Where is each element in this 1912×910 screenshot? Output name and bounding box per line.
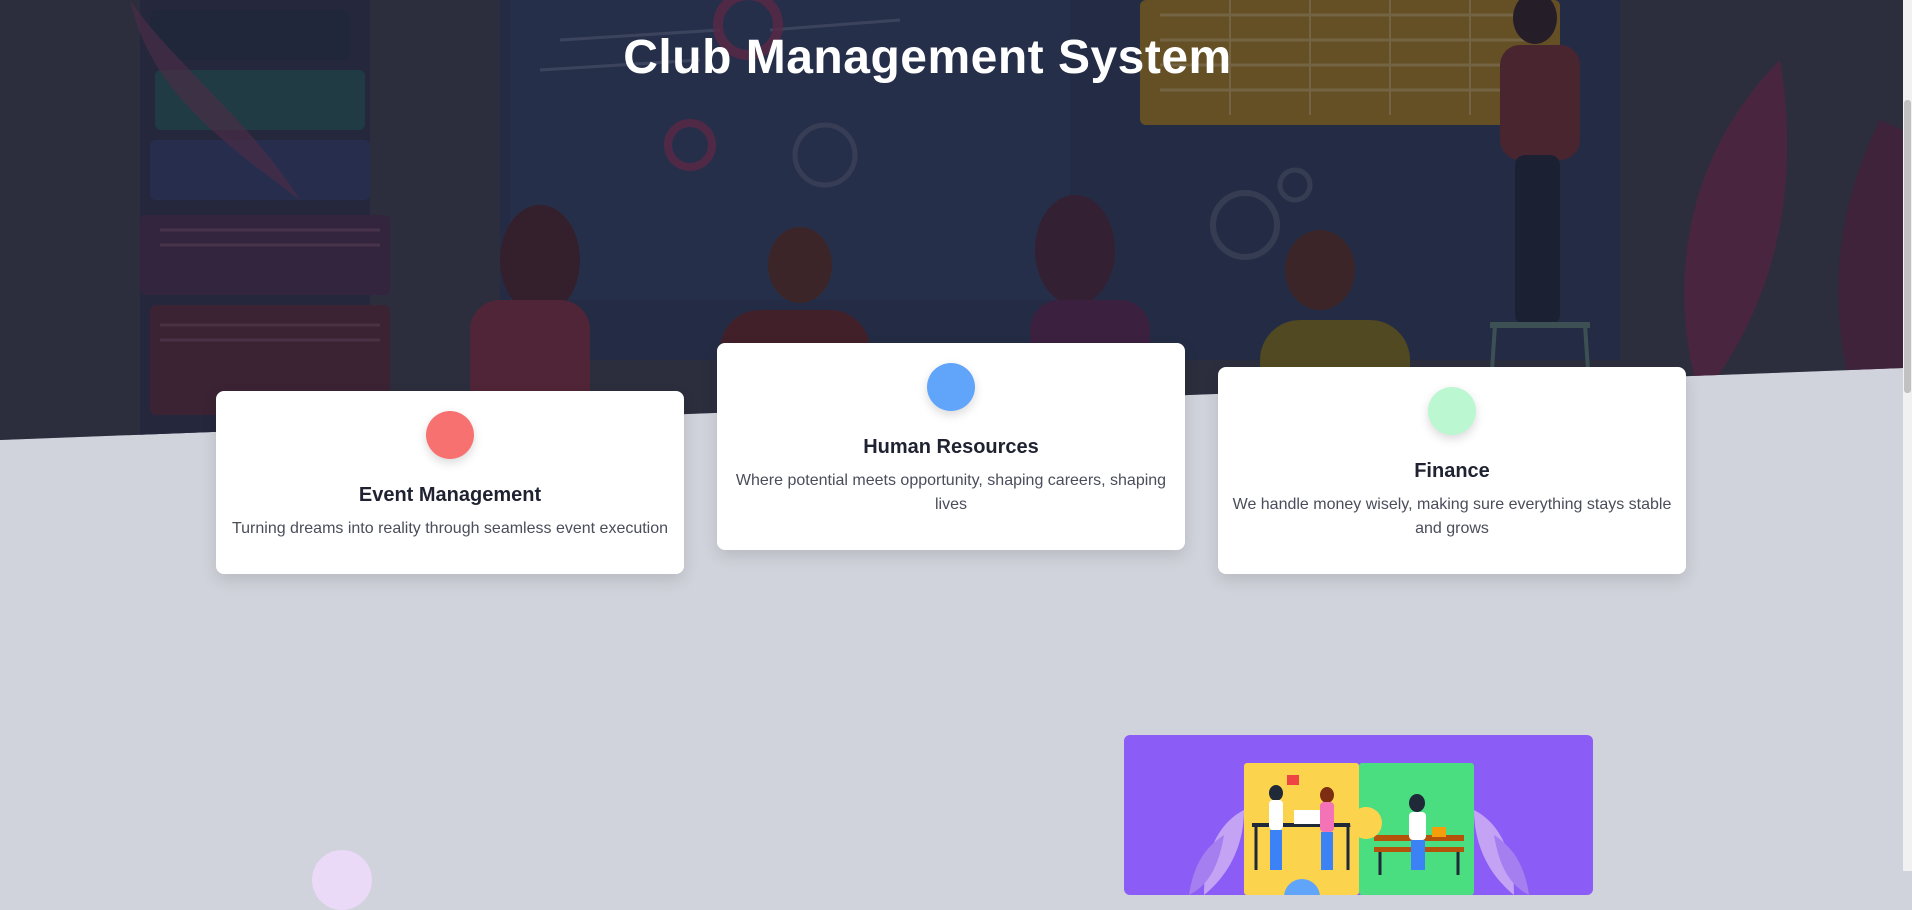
page-title: Club Management System xyxy=(623,31,1232,84)
feature-card-human-resources[interactable]: Human Resources Where potential meets op… xyxy=(717,343,1185,550)
decorative-circle xyxy=(312,850,372,910)
finance-icon xyxy=(1428,387,1476,435)
scrollbar-thumb[interactable] xyxy=(1904,100,1911,393)
card-title: Event Management xyxy=(358,484,542,506)
card-title: Finance xyxy=(1414,460,1490,482)
page-scrollbar[interactable] xyxy=(1903,0,1912,871)
card-title: Human Resources xyxy=(863,436,1039,458)
team-collaboration-illustration xyxy=(1124,735,1593,895)
human-resources-icon xyxy=(927,363,975,411)
card-description: Where potential meets opportunity, shapi… xyxy=(735,472,1167,513)
card-description: We handle money wisely, making sure ever… xyxy=(1232,496,1672,537)
feature-card-event-management[interactable]: Event Management Turning dreams into rea… xyxy=(216,391,684,574)
feature-card-finance[interactable]: Finance We handle money wisely, making s… xyxy=(1218,367,1686,574)
card-description: Turning dreams into reality through seam… xyxy=(231,520,669,537)
event-management-icon xyxy=(426,411,474,459)
